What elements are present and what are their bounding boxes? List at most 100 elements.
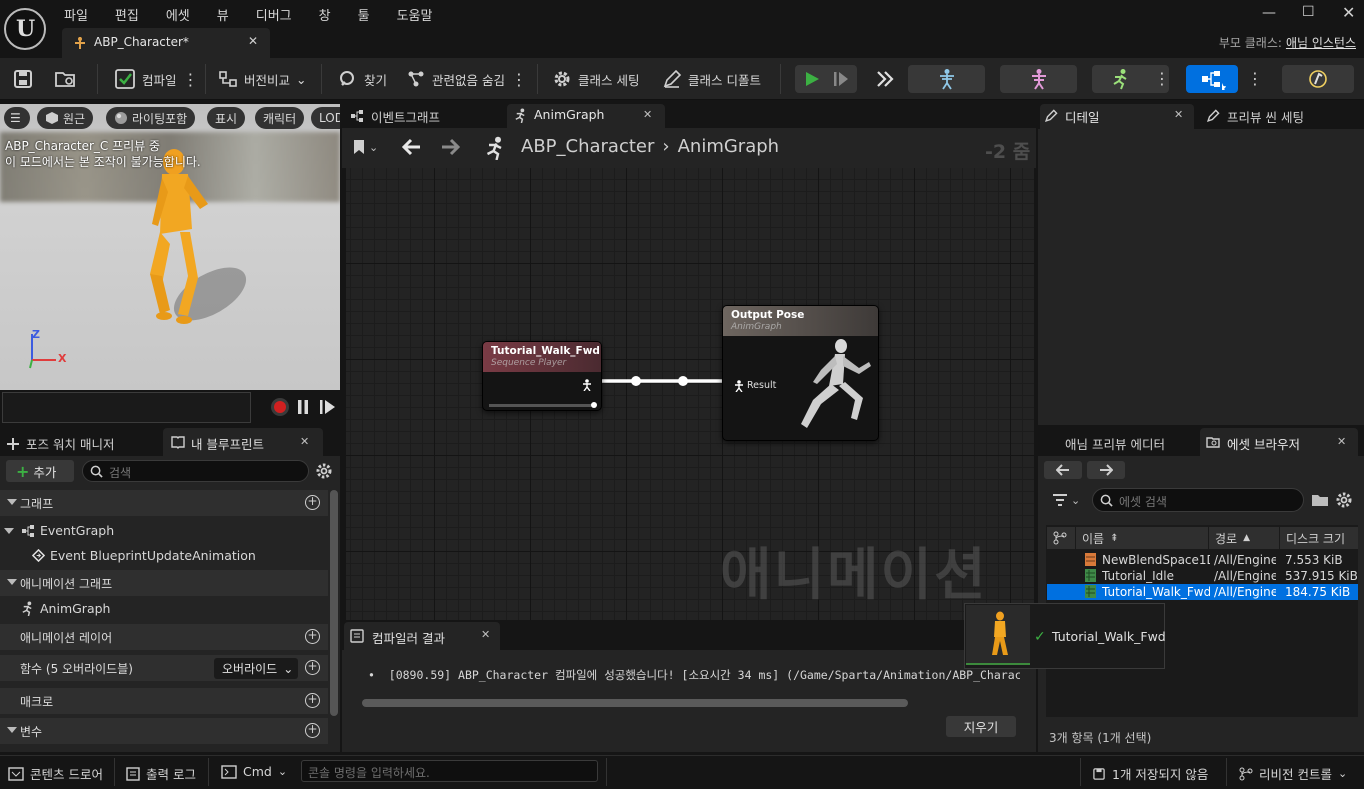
add-layer-icon[interactable]: + [305,629,320,644]
menu-view[interactable]: 뷰 [217,5,229,24]
parent-class-link[interactable]: 애님 인스턴스 [1286,36,1356,50]
unreal-logo-icon[interactable]: U [4,8,46,50]
bookmark-dropdown[interactable]: ⌄ [353,139,378,155]
more-chevrons-icon[interactable] [874,68,896,90]
table-row[interactable]: NewBlendSpace1D /All/Engine 7.553 KiB [1047,552,1358,568]
lighting-button[interactable]: 라이팅포함 [106,107,196,129]
add-graph-icon[interactable]: + [305,495,320,510]
unsaved-button[interactable]: 1개 저장되지 않음 [1092,764,1208,783]
find-button[interactable]: 찾기 [338,66,387,92]
section-macros[interactable]: 매크로 + [0,688,328,714]
menu-asset[interactable]: 에셋 [166,5,190,24]
browse-button[interactable] [54,66,78,92]
menu-debug[interactable]: 디버그 [256,5,292,24]
anim-graph-item[interactable]: AnimGraph [20,601,110,616]
tab-anim-preview-editor[interactable]: 애님 프리뷰 에디터 [1065,434,1165,453]
class-settings-button[interactable]: 클래스 세팅 [552,66,639,92]
hide-unrelated-button[interactable]: 관련없음 숨김 ⋮ [406,66,527,92]
play-forward-icon[interactable] [319,399,337,415]
diff-button[interactable]: 버전비교 ⌄ [218,66,307,92]
console-command-input[interactable]: 콘솔 명령을 입력하세요. [301,760,598,782]
compiler-horizontal-scrollbar[interactable] [362,699,908,707]
column-path[interactable]: 경로 ▲ [1209,527,1279,549]
close-tab-icon[interactable]: ✕ [643,108,652,121]
menu-tools[interactable]: 툴 [358,5,370,24]
add-macro-icon[interactable]: + [305,693,320,708]
record-button[interactable] [271,398,289,416]
clear-button[interactable]: 지우기 [946,716,1016,737]
section-variables[interactable]: 변수 + [0,718,328,744]
compile-options-icon[interactable]: ⋮ [183,70,199,89]
menu-edit[interactable]: 편집 [115,5,139,24]
viewport-menu-button[interactable]: ☰ [4,107,30,129]
document-tab[interactable]: ABP_Character* ✕ [62,28,270,58]
menu-help[interactable]: 도움말 [397,5,433,24]
gear-icon[interactable] [315,462,333,480]
breadcrumb-blueprint[interactable]: ABP_Character [521,136,654,157]
event-blueprint-update-item[interactable]: Event BlueprintUpdateAnimation [32,548,256,563]
blueprint-scrollbar[interactable] [330,490,338,716]
add-button[interactable]: + 추가 [6,460,74,482]
step-icon[interactable] [832,70,850,88]
forward-arrow-icon[interactable] [440,137,462,157]
filter-dropdown[interactable]: ⌄ [1052,493,1080,507]
back-arrow-icon[interactable] [400,137,422,157]
close-tab-icon[interactable]: ✕ [248,34,258,48]
close-tab-icon[interactable]: ✕ [300,435,309,448]
tab-event-graph[interactable]: 이벤트그래프 [344,104,504,129]
table-row[interactable]: Tutorial_Walk_Fwd /All/Engine 184.75 KiB [1047,584,1358,600]
character-button[interactable]: 캐릭터 [255,107,305,129]
lod-button[interactable]: LOD [311,107,340,129]
hide-unrelated-options-icon[interactable]: ⋮ [511,70,527,89]
pose-input-pin-icon[interactable] [733,380,745,392]
column-type[interactable] [1047,527,1075,549]
revision-control-button[interactable]: 리비전 컨트롤 ⌄ [1239,764,1347,783]
section-anim-layers[interactable]: 애니메이션 레이어 + [0,624,328,650]
close-window-icon[interactable]: ✕ [1342,3,1355,22]
section-graphs[interactable]: 그래프 + [0,490,328,516]
pose-output-pin-icon[interactable] [581,379,593,391]
blueprint-mode-options-icon[interactable]: ⋮ [1247,69,1263,88]
folder-icon[interactable] [1311,492,1329,508]
class-defaults-button[interactable]: 클래스 디폴트 [662,66,761,92]
animation-mode-options-icon[interactable]: ⋮ [1154,69,1170,88]
compile-button[interactable]: 컴파일 ⋮ [114,66,199,92]
event-graph-item[interactable]: EventGraph [4,523,114,538]
back-button[interactable] [1044,461,1082,479]
add-function-icon[interactable]: + [305,660,320,675]
table-row[interactable]: Tutorial_Idle /All/Engine 537.915 KiB [1047,568,1358,584]
add-variable-icon[interactable]: + [305,723,320,738]
perspective-button[interactable]: 원근 [37,107,94,129]
cmd-dropdown[interactable]: Cmd ⌄ [221,764,287,779]
close-tab-icon[interactable]: ✕ [481,628,490,641]
menu-file[interactable]: 파일 [64,5,88,24]
tab-my-blueprint[interactable]: 내 블루프린트 ✕ [163,428,323,456]
menu-window[interactable]: 창 [319,5,331,24]
close-tab-icon[interactable]: ✕ [1337,435,1346,448]
timeline-scrubber[interactable] [2,392,251,423]
content-drawer-button[interactable]: 콘텐츠 드로어 [8,764,103,783]
compiler-message[interactable]: • [0890.59] ABP_Character 컴파일에 성공했습니다! [… [368,667,1020,683]
breadcrumb-graph[interactable]: AnimGraph [678,136,779,157]
section-anim-graphs[interactable]: 애니메이션 그래프 [0,570,328,596]
override-dropdown[interactable]: 오버라이드 ⌄ [214,658,298,679]
sequence-player-node[interactable]: Tutorial_Walk_Fwd Sequence Player [482,341,602,411]
minimize-icon[interactable]: — [1262,5,1276,21]
show-button[interactable]: 표시 [207,107,246,129]
pause-icon[interactable] [296,399,310,415]
tab-pose-watch[interactable]: 포즈 워치 매니저 [6,434,114,453]
forward-button[interactable] [1087,461,1125,479]
wire-knot[interactable] [631,376,641,386]
maximize-icon[interactable]: ☐ [1302,4,1315,20]
wire-knot[interactable] [678,376,688,386]
close-tab-icon[interactable]: ✕ [1174,108,1183,121]
output-pose-node[interactable]: Output Pose AnimGraph Result [722,305,879,441]
tab-anim-graph[interactable]: AnimGraph ✕ [507,104,665,129]
blueprint-search-input[interactable]: 검색 [82,460,309,482]
output-log-button[interactable]: 출력 로그 [126,764,196,783]
play-icon[interactable] [803,70,821,88]
tab-details[interactable]: 디테일 ✕ [1040,104,1194,129]
column-size[interactable]: 디스크 크기 [1280,527,1358,549]
save-button[interactable] [12,66,34,92]
column-name[interactable]: 이름 ⇞ [1076,527,1208,549]
